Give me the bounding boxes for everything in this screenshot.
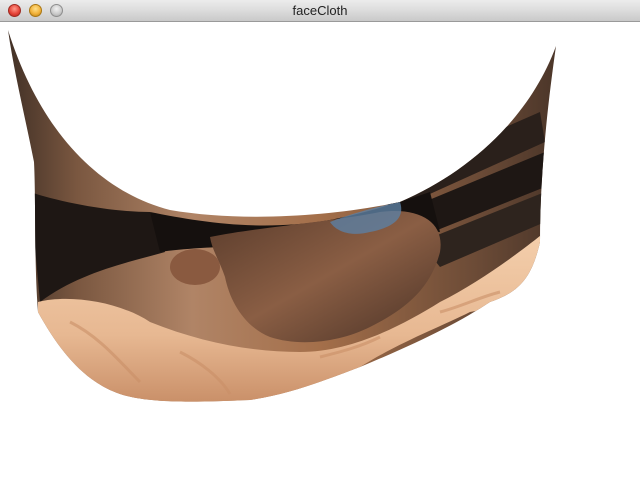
title-bar[interactable]: faceCloth [0, 0, 640, 22]
app-window: faceCloth [0, 0, 640, 502]
cloth-render [8, 30, 556, 402]
render-canvas[interactable] [0, 22, 640, 502]
window-title: faceCloth [292, 3, 348, 18]
cloth-mesh [8, 30, 556, 402]
